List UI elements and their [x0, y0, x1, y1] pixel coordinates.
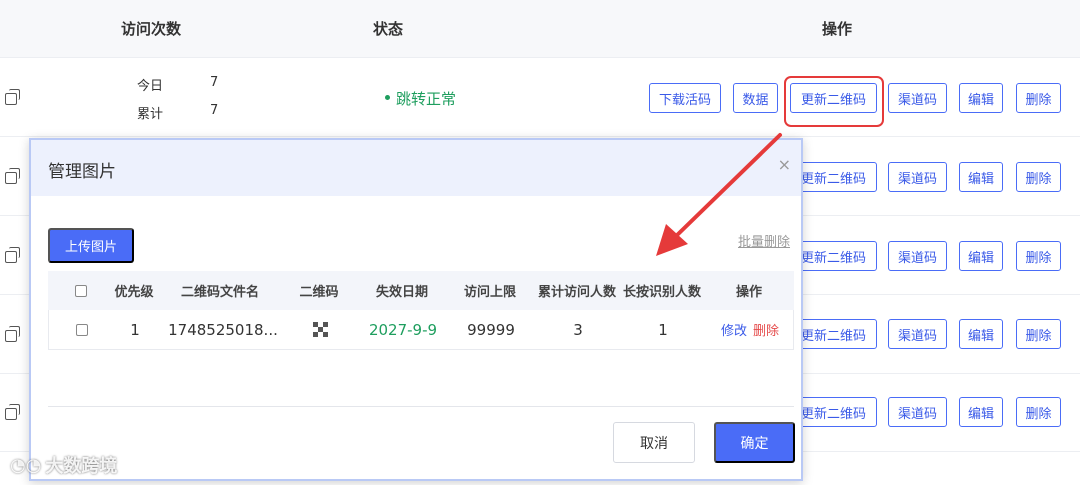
col-total-visits: 累计访问人数 — [537, 285, 616, 300]
update-qr-button[interactable]: 更新二维码 — [790, 241, 877, 271]
row-scans: 1 — [658, 320, 668, 339]
copy-icon[interactable] — [5, 404, 20, 420]
manage-images-modal: 管理图片 × 上传图片 批量删除 优先级 二维码文件名 二维码 失效日期 访问上… — [29, 138, 803, 481]
close-icon[interactable]: × — [778, 155, 791, 174]
modal-header: 管理图片 × — [31, 140, 801, 196]
qr-cell — [287, 310, 353, 349]
edit-button[interactable]: 编辑 — [959, 241, 1003, 271]
col-limit: 访问上限 — [463, 285, 516, 300]
copy-icon[interactable] — [5, 247, 20, 263]
row-filename: 1748525018... — [168, 320, 278, 339]
cancel-button[interactable]: 取消 — [613, 422, 695, 463]
table-header: 访问次数 状态 操作 — [0, 0, 1080, 58]
data-button[interactable]: 数据 — [733, 83, 778, 113]
confirm-button[interactable]: 确定 — [714, 422, 795, 463]
row-checkbox[interactable] — [76, 323, 88, 336]
highlight-box — [784, 76, 884, 127]
delete-button[interactable]: 删除 — [1016, 83, 1061, 113]
images-table-header: 优先级 二维码文件名 二维码 失效日期 访问上限 累计访问人数 长按识别人数 操… — [48, 271, 794, 310]
watermark-logo-icon: ◔◔ — [10, 454, 42, 476]
copy-icon[interactable] — [5, 168, 20, 184]
col-scans: 长按识别人数 — [622, 285, 701, 300]
delete-button[interactable]: 删除 — [1016, 397, 1061, 427]
download-qr-button[interactable]: 下载活码 — [649, 83, 721, 113]
channel-code-button[interactable]: 渠道码 — [888, 83, 947, 113]
edit-button[interactable]: 编辑 — [959, 162, 1003, 192]
watermark: ◔◔ 大数跨境 — [10, 452, 117, 478]
row-total-visits: 3 — [573, 320, 583, 339]
edit-button[interactable]: 编辑 — [959, 397, 1003, 427]
watermark-text: 大数跨境 — [45, 456, 118, 477]
header-status: 状态 — [373, 20, 404, 38]
delete-button[interactable]: 删除 — [1016, 319, 1061, 349]
modify-link[interactable]: 修改 — [721, 320, 747, 339]
status-text: 跳转正常 — [396, 90, 457, 108]
edit-button[interactable]: 编辑 — [959, 83, 1003, 113]
update-qr-button[interactable]: 更新二维码 — [790, 397, 877, 427]
row-limit: 99999 — [467, 320, 515, 339]
col-actions: 操作 — [735, 285, 762, 300]
delete-button[interactable]: 删除 — [1016, 241, 1061, 271]
modal-divider — [48, 406, 794, 407]
col-priority: 优先级 — [114, 285, 154, 300]
update-qr-button[interactable]: 更新二维码 — [790, 319, 877, 349]
row-priority: 1 — [130, 320, 140, 339]
update-qr-button[interactable]: 更新二维码 — [790, 162, 877, 192]
today-value: 7 — [210, 75, 219, 90]
upload-image-button[interactable]: 上传图片 — [48, 228, 134, 263]
delete-button[interactable]: 删除 — [1016, 162, 1061, 192]
status-badge: 跳转正常 — [385, 88, 456, 109]
table-row: 1 1748525018... 2027-9-9 99999 3 1 修改 删除 — [48, 310, 794, 350]
today-label: 今日 — [137, 79, 164, 94]
col-expiry: 失效日期 — [375, 285, 428, 300]
total-value: 7 — [210, 103, 219, 118]
delete-link[interactable]: 删除 — [753, 320, 779, 339]
row-expiry: 2027-9-9 — [368, 320, 438, 339]
qr-code-icon[interactable] — [312, 322, 328, 337]
images-table: 优先级 二维码文件名 二维码 失效日期 访问上限 累计访问人数 长按识别人数 操… — [48, 271, 794, 350]
row-actions: 修改 删除 — [715, 310, 785, 349]
channel-code-button[interactable]: 渠道码 — [888, 319, 947, 349]
edit-button[interactable]: 编辑 — [959, 319, 1003, 349]
channel-code-button[interactable]: 渠道码 — [888, 241, 947, 271]
batch-delete-link[interactable]: 批量删除 — [738, 231, 790, 250]
channel-code-button[interactable]: 渠道码 — [888, 162, 947, 192]
total-label: 累计 — [137, 107, 164, 122]
copy-icon[interactable] — [5, 89, 20, 105]
status-dot — [385, 95, 390, 100]
col-qrcode: 二维码 — [299, 285, 339, 300]
channel-code-button[interactable]: 渠道码 — [888, 397, 947, 427]
select-all-checkbox[interactable] — [75, 284, 87, 297]
col-filename: 二维码文件名 — [180, 285, 259, 300]
copy-icon[interactable] — [5, 326, 20, 342]
header-visits: 访问次数 — [121, 20, 182, 38]
header-actions: 操作 — [822, 20, 853, 38]
table-row: 今日 7 累计 7 跳转正常 下载活码 数据 更新二维码 渠道码 编辑 删除 — [0, 59, 1080, 137]
modal-title: 管理图片 — [48, 162, 116, 182]
